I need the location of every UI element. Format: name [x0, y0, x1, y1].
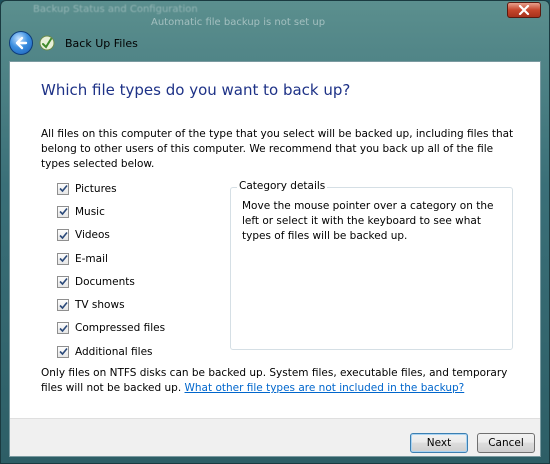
checkmark-icon: [58, 324, 68, 333]
checkbox[interactable]: [57, 322, 69, 335]
checkbox[interactable]: [57, 252, 69, 265]
checkbox[interactable]: [57, 345, 69, 358]
checkbox[interactable]: [57, 299, 69, 312]
window-title: Back Up Files: [65, 37, 138, 50]
close-icon: [518, 5, 530, 15]
checkbox[interactable]: [57, 229, 69, 242]
checkmark-icon: [58, 208, 68, 216]
file-type-item[interactable]: Compressed files: [57, 317, 165, 340]
back-arrow-icon: [15, 36, 28, 50]
file-type-label: TV shows: [75, 299, 125, 312]
category-details-group: Category details Move the mouse pointer …: [230, 180, 513, 350]
backup-icon: [39, 35, 55, 51]
window-frame: Backup Status and Configuration Automati…: [0, 0, 550, 464]
page-heading: Which file types do you want to back up?: [41, 81, 351, 99]
file-type-item[interactable]: Pictures: [57, 177, 165, 200]
back-button[interactable]: [9, 31, 33, 55]
file-type-item[interactable]: TV shows: [57, 293, 165, 316]
file-type-label: Compressed files: [75, 322, 166, 335]
file-type-label: Additional files: [75, 345, 153, 358]
title-bar: Back Up Files: [1, 27, 549, 61]
file-type-item[interactable]: Documents: [57, 270, 165, 293]
file-type-item[interactable]: Additional files: [57, 340, 165, 363]
close-button[interactable]: [507, 2, 541, 18]
checkmark-icon: [58, 231, 68, 239]
file-type-label: Documents: [75, 275, 135, 288]
file-type-item[interactable]: Music: [57, 200, 165, 223]
file-type-label: Videos: [75, 229, 110, 242]
checkmark-icon: [58, 185, 68, 193]
file-type-label: E-mail: [75, 252, 108, 265]
file-type-label: Pictures: [75, 182, 117, 195]
checkbox[interactable]: [57, 275, 69, 288]
intro-text: All files on this computer of the type t…: [41, 128, 514, 170]
checkbox[interactable]: [57, 205, 69, 218]
checkmark-icon: [58, 348, 68, 356]
excluded-file-types-link[interactable]: What other file types are not included i…: [185, 382, 465, 394]
file-type-list: Pictures Music Videos E-mail Documents T…: [57, 177, 165, 363]
ntfs-note: Only files on NTFS disks can be backed u…: [41, 366, 521, 396]
checkbox[interactable]: [57, 182, 69, 195]
checkmark-icon: [58, 301, 68, 309]
category-details-text: Move the mouse pointer over a category o…: [242, 200, 494, 242]
checkmark-icon: [58, 255, 68, 263]
wizard-content: Which file types do you want to back up?…: [9, 61, 541, 457]
file-type-label: Music: [75, 205, 105, 218]
file-type-item[interactable]: Videos: [57, 224, 165, 247]
cancel-button[interactable]: Cancel: [477, 433, 535, 453]
background-window-title: Backup Status and Configuration: [33, 4, 198, 15]
checkmark-icon: [58, 278, 68, 286]
next-button[interactable]: Next: [410, 433, 468, 453]
file-type-item[interactable]: E-mail: [57, 247, 165, 270]
category-details-title: Category details: [237, 180, 328, 192]
